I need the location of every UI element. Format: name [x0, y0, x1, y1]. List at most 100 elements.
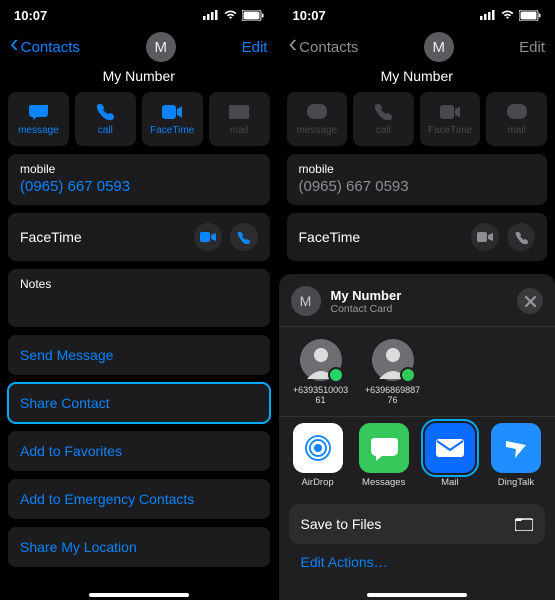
dingtalk-icon: [491, 423, 541, 473]
recent-contact[interactable]: +639351000361: [293, 339, 349, 406]
nav-bar: Contacts M Edit: [279, 30, 555, 66]
call-tile: call: [353, 92, 414, 146]
wifi-icon: [500, 10, 515, 20]
status-time: 10:07: [293, 8, 326, 23]
mobile-value: (0965) 667 0593: [20, 178, 258, 195]
app-label: Mail: [423, 477, 477, 488]
message-icon: [307, 103, 327, 121]
mail-tile: mail: [486, 92, 547, 146]
recent-number: +639351000361: [293, 385, 349, 406]
messages-app[interactable]: Messages: [357, 423, 411, 488]
save-to-files-row[interactable]: Save to Files: [289, 504, 546, 544]
avatar-initial: M: [155, 39, 168, 56]
message-tile[interactable]: message: [8, 92, 69, 146]
facetime-label: FaceTime: [150, 125, 194, 136]
message-icon: [28, 103, 48, 121]
share-sheet: M My Number Contact Card +639351000361: [279, 274, 555, 600]
app-label: AirDrop: [291, 477, 345, 488]
recents-row: +639351000361 +639686988776: [289, 327, 546, 416]
nav-bar: Contacts M Edit: [0, 30, 278, 66]
airdrop-app[interactable]: AirDrop: [291, 423, 345, 488]
add-favorites-row[interactable]: Add to Favorites: [8, 431, 270, 471]
battery-icon: [519, 10, 541, 21]
person-icon: [372, 339, 414, 381]
mail-label: mail: [230, 125, 248, 136]
folder-icon: [515, 517, 533, 531]
close-icon: [525, 296, 536, 307]
facetime-tile: FaceTime: [420, 92, 481, 146]
apps-row: AirDrop Messages Mail DingTalk: [289, 417, 546, 498]
send-message-row[interactable]: Send Message: [8, 335, 270, 375]
share-location-row[interactable]: Share My Location: [8, 527, 270, 567]
phone-right: 10:07 Contacts M Edit My Number message …: [278, 0, 555, 600]
facetime-label: FaceTime: [428, 125, 472, 136]
back-button[interactable]: Contacts: [289, 36, 359, 58]
chevron-left-icon: [289, 36, 298, 58]
notes-card[interactable]: Notes: [8, 269, 270, 327]
facetime-card: FaceTime: [8, 213, 270, 261]
mobile-card[interactable]: mobile (0965) 667 0593: [8, 154, 270, 205]
mobile-card: mobile (0965) 667 0593: [287, 154, 548, 205]
status-right: [203, 10, 264, 21]
dingtalk-app[interactable]: DingTalk: [489, 423, 543, 488]
back-label: Contacts: [299, 39, 358, 56]
app-label: Messages: [357, 477, 411, 488]
mail-icon: [229, 103, 249, 121]
back-button[interactable]: Contacts: [10, 36, 80, 58]
facetime-video-button[interactable]: [194, 223, 222, 251]
mail-tile: mail: [209, 92, 270, 146]
battery-icon: [242, 10, 264, 21]
video-icon: [440, 103, 460, 121]
edit-button[interactable]: Edit: [519, 39, 545, 56]
share-contact-row[interactable]: Share Contact: [8, 383, 270, 423]
back-label: Contacts: [21, 39, 80, 56]
sheet-subtitle: Contact Card: [331, 303, 402, 315]
home-indicator[interactable]: [89, 593, 189, 597]
action-tiles: message call FaceTime mail: [279, 92, 555, 146]
facetime-audio-button[interactable]: [230, 223, 258, 251]
phone-icon: [373, 103, 393, 121]
sheet-avatar: M: [291, 286, 321, 316]
recent-contact[interactable]: +639686988776: [365, 339, 421, 406]
message-label: message: [18, 125, 59, 136]
app-label: DingTalk: [489, 477, 543, 488]
mobile-label: mobile: [20, 162, 258, 176]
avatar[interactable]: M: [424, 32, 454, 62]
status-bar: 10:07: [279, 0, 555, 30]
messages-badge-icon: [400, 367, 416, 383]
status-bar: 10:07: [0, 0, 278, 30]
status-right: [480, 10, 541, 21]
mobile-value: (0965) 667 0593: [299, 178, 536, 195]
video-icon: [162, 103, 182, 121]
person-icon: [300, 339, 342, 381]
facetime-text: FaceTime: [20, 229, 82, 245]
edit-button[interactable]: Edit: [242, 39, 268, 56]
signal-icon: [480, 10, 496, 20]
phone-left: 10:07 Contacts M Edit My Number message …: [0, 0, 278, 600]
avatar-initial: M: [433, 39, 446, 56]
mail-app-icon: [425, 423, 475, 473]
wifi-icon: [223, 10, 238, 20]
mobile-label: mobile: [299, 162, 536, 176]
call-label: call: [376, 125, 391, 136]
edit-actions-row[interactable]: Edit Actions…: [289, 554, 546, 570]
signal-icon: [203, 10, 219, 20]
add-emergency-row[interactable]: Add to Emergency Contacts: [8, 479, 270, 519]
mail-label: mail: [508, 125, 526, 136]
call-tile[interactable]: call: [75, 92, 136, 146]
message-tile: message: [287, 92, 348, 146]
home-indicator[interactable]: [367, 593, 467, 597]
chevron-left-icon: [10, 36, 19, 58]
facetime-audio-button: [507, 223, 535, 251]
mail-app[interactable]: Mail: [423, 423, 477, 488]
avatar[interactable]: M: [146, 32, 176, 62]
facetime-tile[interactable]: FaceTime: [142, 92, 203, 146]
messages-app-icon: [359, 423, 409, 473]
message-label: message: [297, 125, 338, 136]
close-button[interactable]: [517, 288, 543, 314]
call-label: call: [98, 125, 113, 136]
status-time: 10:07: [14, 8, 47, 23]
facetime-card: FaceTime: [287, 213, 548, 261]
save-to-files-label: Save to Files: [301, 516, 382, 532]
facetime-video-button: [471, 223, 499, 251]
